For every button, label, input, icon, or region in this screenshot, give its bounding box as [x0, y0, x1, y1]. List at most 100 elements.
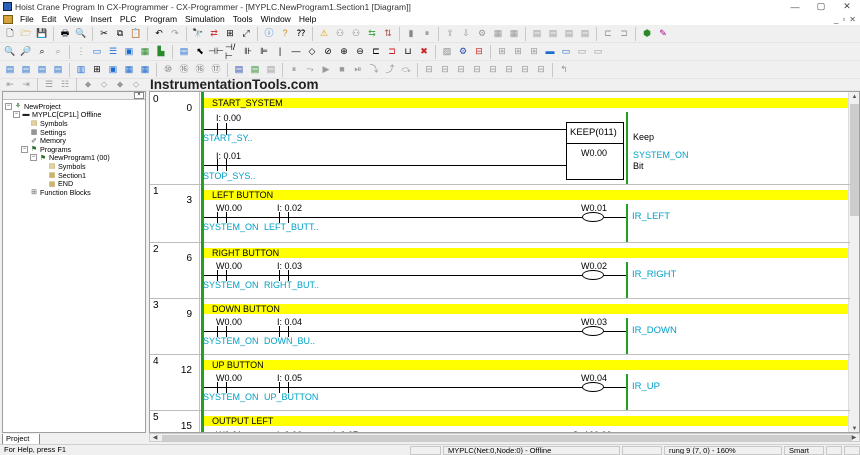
io1-icon[interactable]: ⊟ — [422, 63, 436, 77]
io7-icon[interactable]: ⊟ — [518, 63, 532, 77]
menu-tools[interactable]: Tools — [229, 14, 257, 24]
simulate2-icon[interactable]: ⊞ — [511, 45, 525, 59]
block-icon[interactable]: ▨ — [440, 45, 454, 59]
run-icon[interactable]: ▮ — [404, 27, 418, 41]
output-coil-icon[interactable] — [582, 382, 604, 392]
cut-icon[interactable]: ✂ — [97, 27, 111, 41]
upload-icon[interactable]: ⇪ — [443, 27, 457, 41]
contact-symbol[interactable]: START_SY.. — [203, 133, 253, 143]
tree-node-memory[interactable]: ✐ Memory — [3, 136, 145, 145]
zoom-default-icon[interactable]: ⌕ — [51, 45, 65, 59]
contact-address[interactable]: I: 0.00 — [216, 113, 241, 123]
contact-address[interactable]: I: 0.01 — [216, 151, 241, 161]
hscroll-thumb[interactable] — [162, 435, 852, 441]
force-on-icon[interactable]: ▤ — [232, 63, 246, 77]
pause-icon[interactable]: ⏸ — [420, 27, 434, 41]
ascii-icon[interactable]: ⑰ — [209, 63, 223, 77]
help-icon[interactable]: ? — [278, 27, 292, 41]
mnemonic-icon[interactable]: ▤ — [177, 45, 191, 59]
mem4-icon[interactable]: ▤ — [578, 27, 592, 41]
mem1-icon[interactable]: ▤ — [530, 27, 544, 41]
new-icon[interactable]: 🗋 — [3, 27, 17, 41]
print-preview-icon[interactable]: 🔍 — [74, 27, 88, 41]
redo-icon[interactable]: ↷ — [168, 27, 182, 41]
expander-icon[interactable]: − — [13, 111, 20, 119]
mdi-restore-button[interactable]: ▫ — [842, 15, 845, 24]
watch-icon[interactable]: ▣ — [122, 45, 136, 59]
io-view-icon[interactable]: ⊞ — [90, 63, 104, 77]
contact-address[interactable]: I: 0.02 — [277, 203, 302, 213]
coil-icon[interactable]: ◇ — [305, 45, 319, 59]
jump-icon[interactable]: ⤢ — [239, 27, 253, 41]
document-icon[interactable] — [3, 14, 13, 24]
contact-symbol[interactable]: SYSTEM_ON — [203, 222, 259, 232]
tree-node-newproject[interactable]: − ⚘ NewProject — [3, 102, 145, 111]
contact-symbol[interactable]: LEFT_BUTT.. — [264, 222, 319, 232]
sim-step-over-icon[interactable]: ⤼ — [399, 63, 413, 77]
rung-comment[interactable]: LEFT BUTTON — [204, 190, 848, 200]
outdent-icon[interactable]: ⇥ — [19, 78, 33, 92]
sim-break-icon[interactable]: ⏯ — [351, 63, 365, 77]
step3-icon[interactable]: ⬥ — [113, 78, 127, 92]
cross-ref-icon[interactable]: ⊞ — [223, 27, 237, 41]
ladder-diagram[interactable]: ▲ ▼ 0 0 START_SYSTEM I: 0.00 START_SY.. I: 0.… — [149, 91, 860, 433]
rung-delete-icon[interactable]: ⊐ — [385, 45, 399, 59]
step2-icon[interactable]: ⬦ — [97, 78, 111, 92]
save-icon[interactable]: 💾 — [35, 27, 49, 41]
contact-symbol[interactable]: SYSTEM_ON — [203, 336, 259, 346]
tree-node-settings[interactable]: ▦ Settings — [3, 128, 145, 137]
window2-icon[interactable]: ▭ — [575, 45, 589, 59]
sim-step-in-icon[interactable]: ⤵ — [367, 63, 381, 77]
instruction-operand[interactable]: W0.00 — [581, 148, 607, 158]
coil-nc-icon[interactable]: ⊘ — [321, 45, 335, 59]
tree-node-program-symbols[interactable]: ▤ Symbols — [3, 162, 145, 171]
io4-icon[interactable]: ⊟ — [470, 63, 484, 77]
grid1-icon[interactable]: ▦ — [491, 27, 505, 41]
scroll-down-icon[interactable]: ▼ — [849, 424, 859, 432]
force-cancel-icon[interactable]: ▤ — [264, 63, 278, 77]
hex-icon[interactable]: ⑩ — [161, 63, 175, 77]
open-icon[interactable]: 🗁 — [19, 27, 33, 41]
menu-file[interactable]: File — [16, 14, 38, 24]
menu-window[interactable]: Window — [257, 14, 295, 24]
output-coil-icon[interactable] — [582, 212, 604, 222]
menu-view[interactable]: View — [60, 14, 86, 24]
scroll-thumb[interactable] — [850, 104, 859, 216]
sim-pause-icon[interactable]: ⏸ — [287, 63, 301, 77]
paste-icon[interactable]: 📋 — [129, 27, 143, 41]
expander-icon[interactable]: − — [21, 145, 28, 153]
info-icon[interactable]: ⓘ — [262, 27, 276, 41]
instruction2-icon[interactable]: ⊖ — [353, 45, 367, 59]
memory-view-icon[interactable]: ▥ — [74, 63, 88, 77]
menu-plc[interactable]: PLC — [116, 14, 141, 24]
compile-icon[interactable]: ⚙ — [475, 27, 489, 41]
contact-address[interactable]: I: 0.03 — [277, 261, 302, 271]
contact-address[interactable]: I: 0.04 — [277, 317, 302, 327]
select-icon[interactable]: ⬉ — [193, 45, 207, 59]
io3-icon[interactable]: ⊟ — [454, 63, 468, 77]
transfer-icon[interactable]: ⇆ — [365, 27, 379, 41]
bookmark-icon[interactable]: ▬ — [543, 45, 557, 59]
download-icon[interactable]: ⇩ — [459, 27, 473, 41]
io8-icon[interactable]: ⊟ — [534, 63, 548, 77]
comments-icon[interactable]: ▭ — [90, 45, 104, 59]
contact-symbol[interactable]: UP_BUTTON — [264, 392, 318, 402]
coil-symbol[interactable]: IR_LEFT — [632, 211, 670, 222]
edit-icon[interactable]: ✎ — [656, 27, 670, 41]
symbols-table-icon[interactable]: ▦ — [138, 45, 152, 59]
instruction-icon[interactable]: ⊕ — [337, 45, 351, 59]
tree-close-button[interactable]: × — [134, 92, 144, 99]
mem3-icon[interactable]: ▤ — [562, 27, 576, 41]
toggle1-icon[interactable]: ⊏ — [601, 27, 615, 41]
cross-icon[interactable]: ✖ — [417, 45, 431, 59]
contact-symbol[interactable]: SYSTEM_ON — [203, 392, 259, 402]
contact-address[interactable]: W0.00 — [216, 373, 242, 383]
rung-comment[interactable]: DOWN BUTTON — [204, 304, 848, 314]
tree-node-function-blocks[interactable]: ⊞ Function Blocks — [3, 188, 145, 197]
scroll-right-icon[interactable]: ▶ — [849, 434, 859, 442]
close-button[interactable]: ✕ — [834, 0, 860, 13]
rung-comment[interactable]: UP BUTTON — [204, 360, 848, 370]
contact-address[interactable]: W0.00 — [216, 203, 242, 213]
toggle2-icon[interactable]: ⊐ — [617, 27, 631, 41]
minimize-button[interactable]: — — [782, 0, 808, 13]
